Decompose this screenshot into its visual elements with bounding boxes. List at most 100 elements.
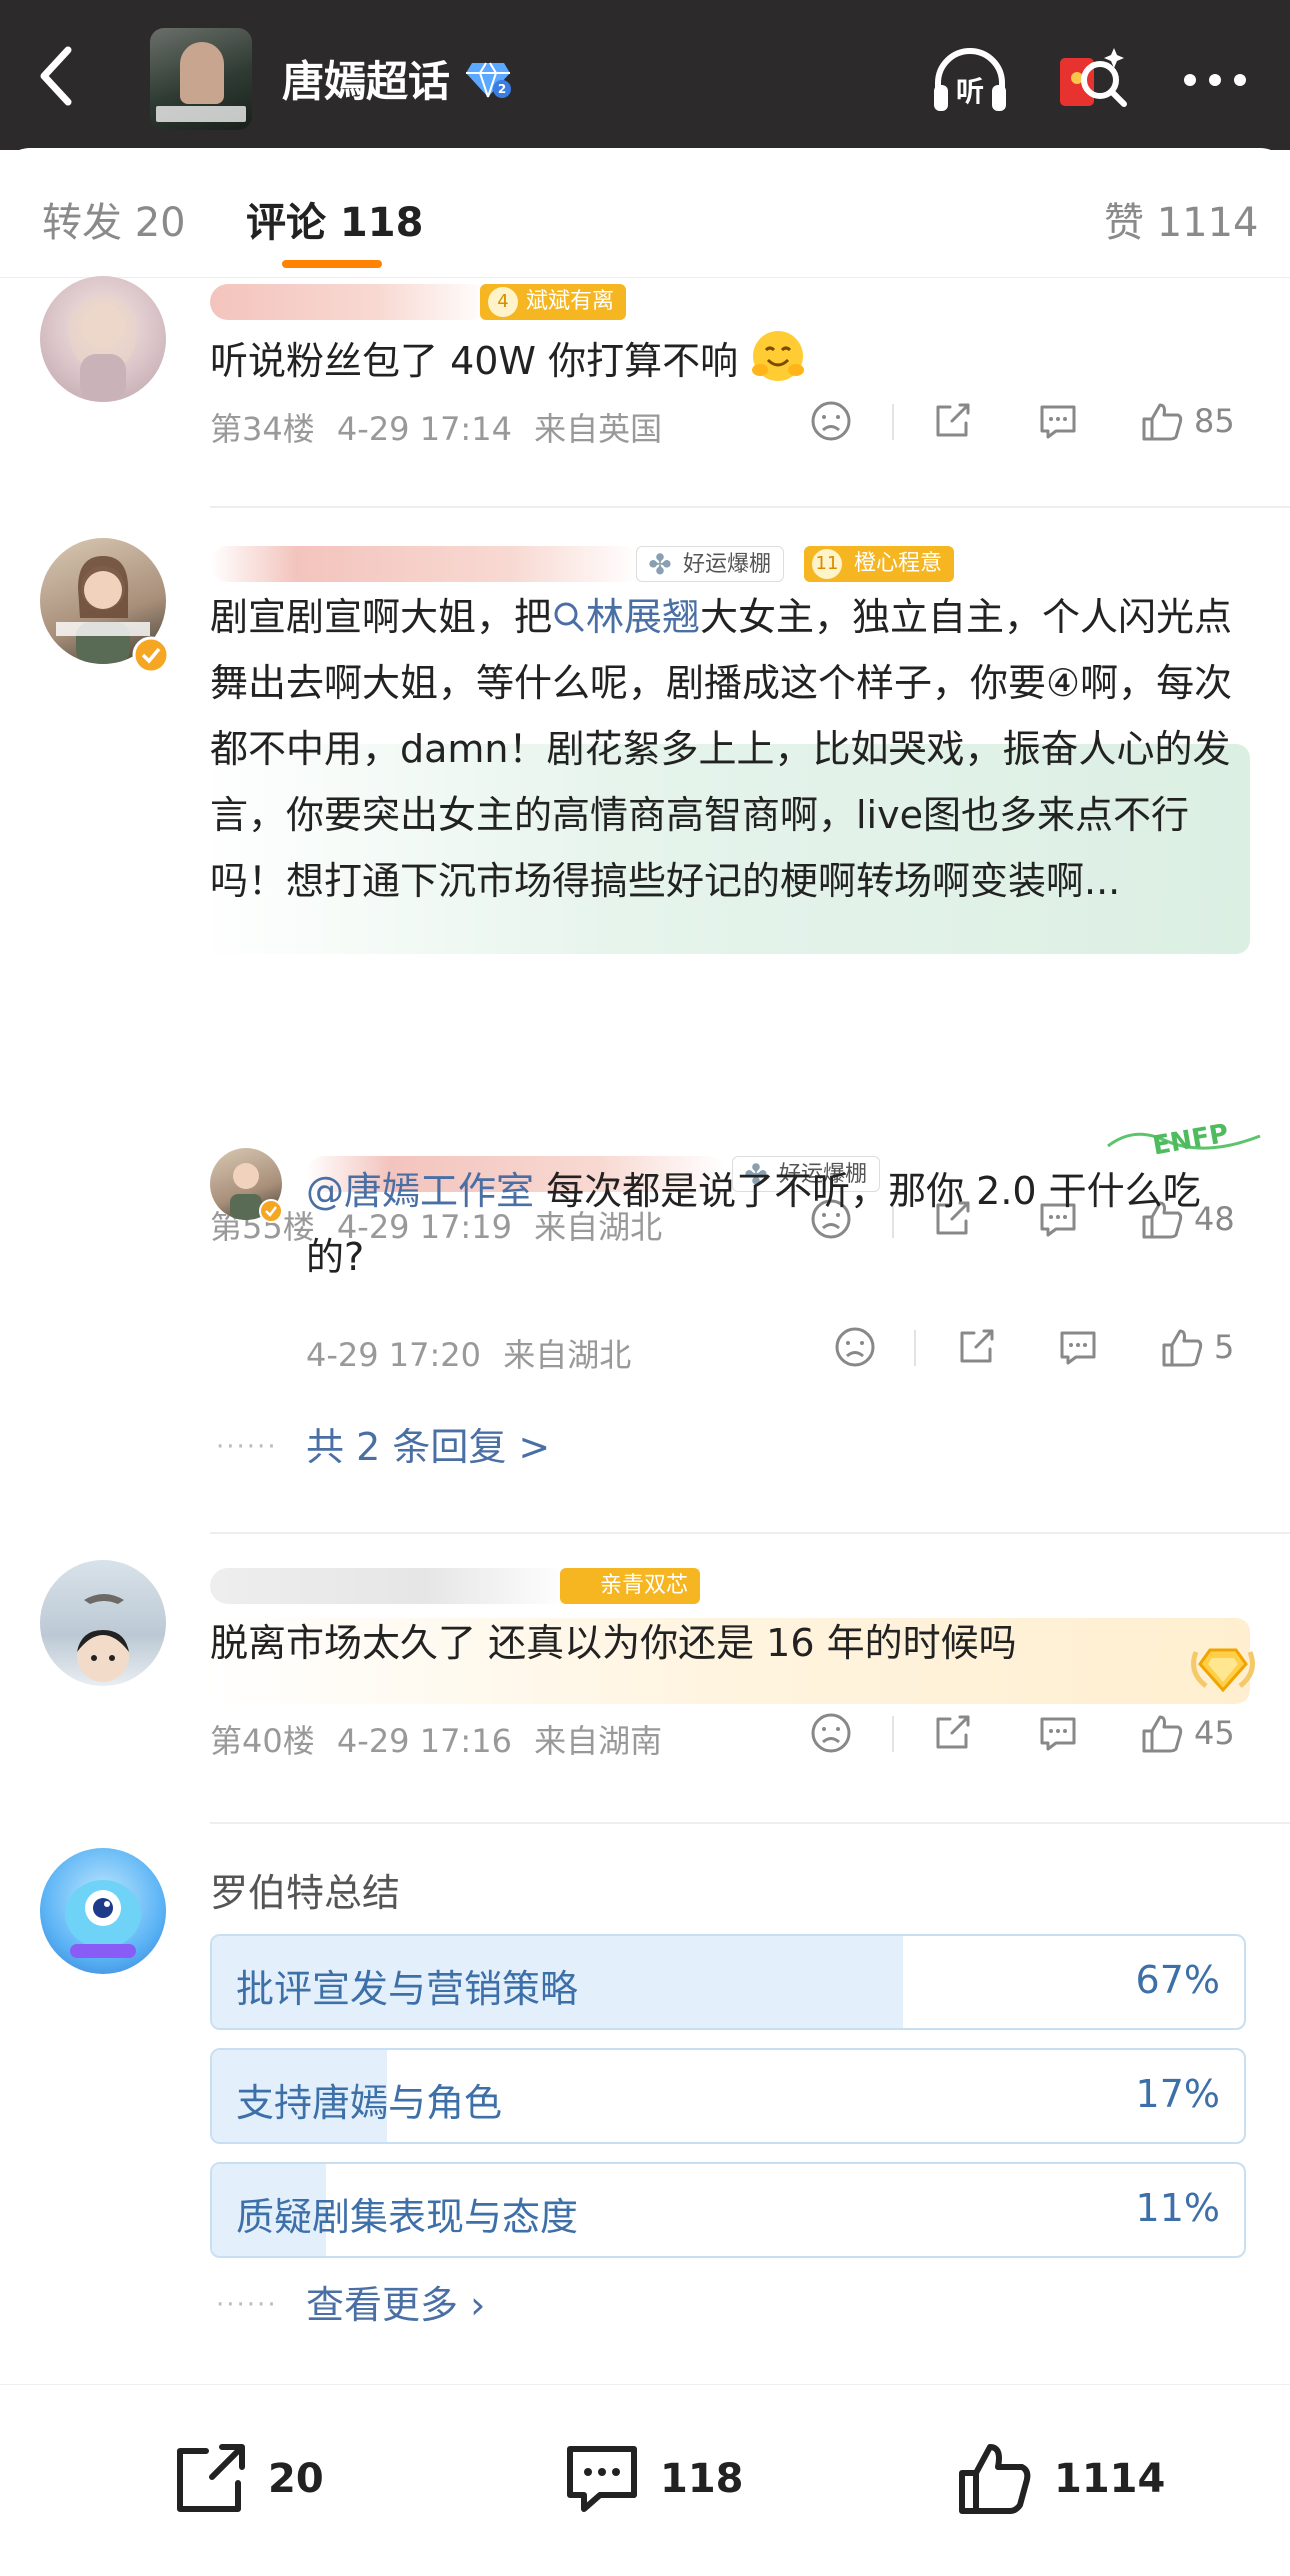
robot-avatar-icon [65,1880,141,1958]
view-more-link[interactable]: 查看更多 › [306,2274,485,2329]
bottom-like-button[interactable]: 1114 [956,2441,1165,2517]
reply-button[interactable] [1056,1322,1100,1372]
summary-option-label: 支持唐嫣与角色 [236,2081,503,2125]
summary-option[interactable]: 支持唐嫣与角色 17% [210,2048,1246,2144]
diamond-badge-icon: 2 [466,61,512,98]
comment-location: 来自英国 [534,410,663,448]
comment-actions: 45 [800,1708,1260,1758]
frown-face-icon [811,1713,851,1753]
summary-option[interactable]: 批评宣发与营销策略 67% [210,1934,1246,2030]
like-button[interactable]: 45 [1140,1708,1235,1758]
bottom-repost-button[interactable]: 20 [170,2441,324,2517]
dislike-button[interactable] [834,1322,876,1372]
comment-meta: 第40楼 4-29 17:16 来自湖南 [210,1716,662,1762]
comment-text: 剧宣剧宣啊大姐，把 林展翘大女主，独立自主，个人闪光点舞出去啊大姐，等什么呢，剧播… [210,584,1250,914]
avatar-illustration [69,296,137,402]
like-count: 45 [1194,1714,1235,1752]
luck-badge-label: 好运爆棚 [683,552,772,577]
fan-level-icon: 4 [488,287,518,317]
clover-icon: ✤ [648,548,672,581]
topic-title[interactable]: 唐嫣超话 2 [282,48,512,109]
share-icon [936,1715,970,1749]
comment-bubble-icon [1040,1717,1076,1751]
share-icon [177,2444,245,2512]
summary-option-percent: 11% [1135,2186,1220,2230]
share-button[interactable] [930,1708,974,1758]
reply-time: 4-29 17:20 [306,1336,482,1374]
mention-link[interactable]: @唐嫣工作室 [306,1169,534,1213]
tab-like[interactable]: 赞 1114 [1104,190,1259,248]
summary-option-percent: 67% [1135,1958,1220,2002]
reply-location: 来自湖北 [503,1336,632,1374]
avatar[interactable] [40,1560,166,1686]
comment-body: 脱离市场太久了 还真以为你还是 16 年的时候吗 [210,1621,1017,1665]
fan-level-icon: 11 [812,549,842,579]
search-icon [554,602,584,632]
more-menu-button[interactable] [1175,40,1255,120]
username-blurred[interactable] [210,1568,570,1604]
more-dots-icon [1184,74,1246,86]
verified-badge-icon [259,1199,283,1223]
username-blurred[interactable] [210,546,640,582]
like-count: 5 [1214,1328,1235,1366]
comment-bubble-icon [567,2446,637,2512]
share-icon [960,1329,994,1363]
divider [210,506,1290,508]
active-tab-indicator [282,260,382,268]
username-blurred[interactable] [210,284,490,320]
back-button[interactable] [28,40,84,112]
share-button[interactable] [930,396,974,446]
summary-option-percent: 17% [1135,2072,1220,2116]
hug-emoji-icon [752,331,805,381]
fan-badge-label: 亲青双芯 [600,1573,689,1598]
page-title: 唐嫣超话 [282,57,451,106]
dotted-leader: ······ [216,1432,278,1462]
comment-body-start: 剧宣剧宣啊大姐，把 [210,595,553,639]
comment-sheet: 转发 20 评论 118 赞 1114 4 斌斌有离 听说粉丝包了 40W 你打… [0,148,1290,2576]
avatar-illustration [77,1594,129,1682]
like-button[interactable]: 85 [1140,396,1235,446]
summary-option[interactable]: 质疑剧集表现与态度 11% [210,2162,1246,2258]
share-button[interactable] [954,1322,998,1372]
bottom-comment-button[interactable]: 118 [562,2441,744,2517]
fan-level-icon [568,1571,598,1601]
reply-button[interactable] [1036,396,1080,446]
red-packet-icon [1060,48,1127,107]
divider [210,1822,1290,1824]
thumbs-up-icon [1162,1329,1203,1367]
repost-count: 20 [268,2456,324,2502]
top-bar: 唐嫣超话 2 听 [0,0,1290,150]
avatar[interactable] [40,1848,166,1974]
fan-badge: 11 橙心程意 [804,546,955,582]
more-replies-link[interactable]: 共 2 条回复 > [306,1416,550,1471]
summary-option-label: 质疑剧集表现与态度 [236,2195,579,2239]
topic-cover-image[interactable] [150,28,252,130]
fan-badge: 亲青双芯 [560,1568,701,1604]
svg-text:听: 听 [956,75,984,108]
verified-badge-icon [132,636,170,674]
comment-count: 118 [660,2456,744,2502]
tab-repost[interactable]: 转发 20 [42,190,186,248]
reply-item: ✤ 好运爆棚 @唐嫣工作室 每次都是说了不听，那你 2.0 干什么吃的? 4-2… [0,1148,1290,1469]
summary-title: 罗伯特总结 [210,1871,401,1915]
thumbs-up-icon [1142,403,1183,441]
red-packet-search-button[interactable] [1050,40,1130,120]
comment-time: 4-29 17:14 [336,410,512,448]
chevron-left-icon [40,46,72,106]
frown-face-icon [811,401,851,441]
search-topic-link[interactable]: 林展翘 [552,595,700,639]
like-button[interactable]: 5 [1160,1322,1234,1372]
dislike-button[interactable] [810,396,852,446]
listen-button[interactable]: 听 [930,40,1010,120]
tab-comment[interactable]: 评论 118 [246,190,423,248]
dislike-button[interactable] [810,1708,852,1758]
thumbs-up-icon [1142,1715,1183,1753]
divider [210,1532,1290,1534]
like-count: 85 [1194,402,1235,440]
fan-badge-label: 橙心程意 [854,551,943,576]
svg-text:2: 2 [498,82,506,96]
bottom-action-bar: 20 118 1114 [0,2384,1290,2576]
comment-body-end: 大女主，独立自主，个人闪光点舞出去啊大姐，等什么呢，剧播成这个样子，你要④啊，每… [210,595,1233,903]
avatar[interactable] [40,276,166,402]
reply-button[interactable] [1036,1708,1080,1758]
